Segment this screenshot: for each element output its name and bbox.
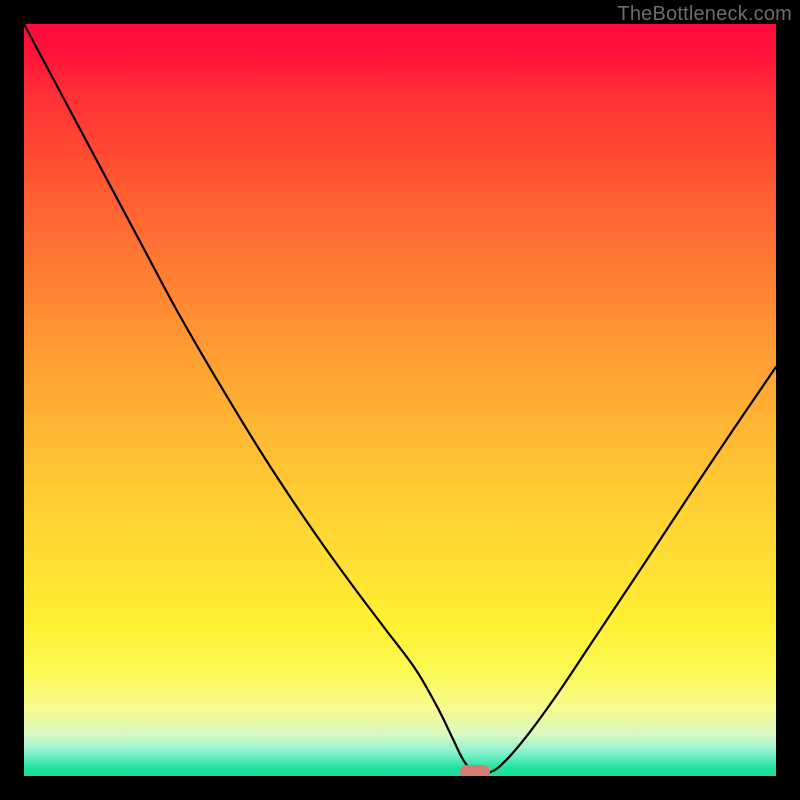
- watermark-text: TheBottleneck.com: [617, 3, 792, 26]
- bottleneck-curve-svg: [24, 24, 776, 776]
- bottleneck-curve: [24, 24, 776, 774]
- plot-area: [24, 24, 776, 776]
- chart-frame: TheBottleneck.com: [0, 0, 800, 800]
- minimum-marker: [460, 765, 490, 776]
